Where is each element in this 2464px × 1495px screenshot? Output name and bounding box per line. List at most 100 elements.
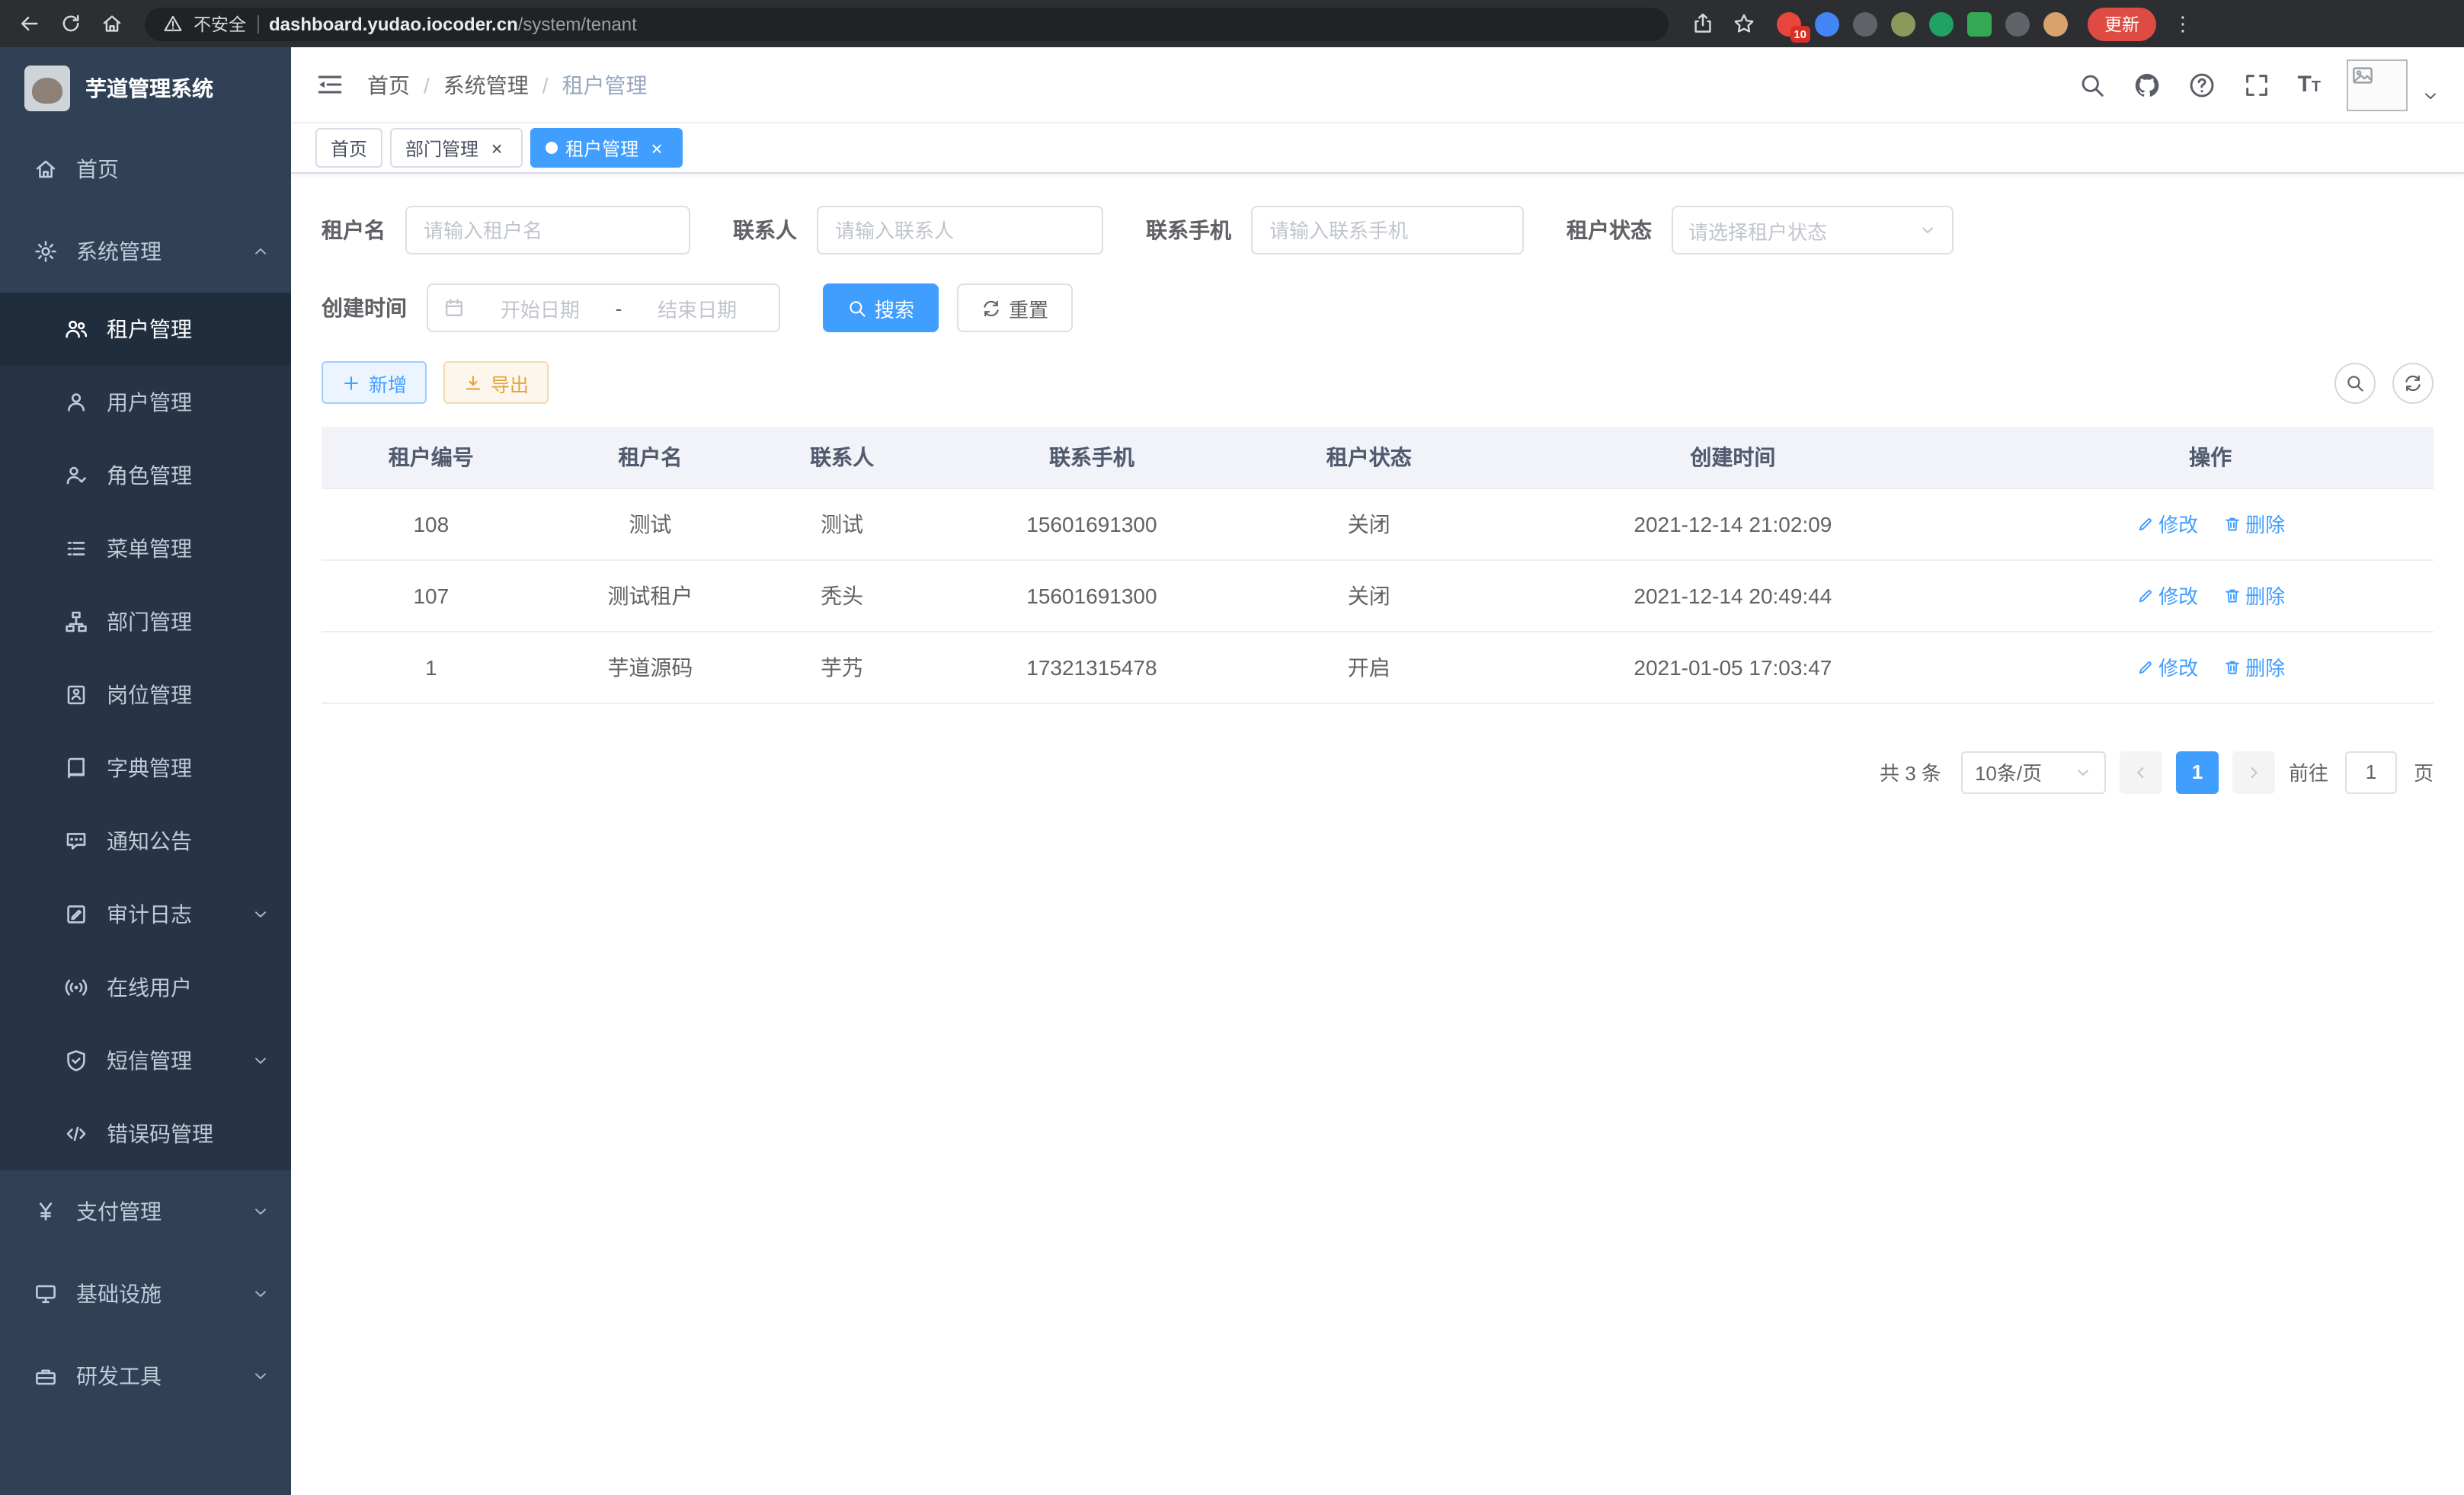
- breadcrumb-item[interactable]: 系统管理: [443, 69, 529, 100]
- edit-label: 修改: [2158, 652, 2198, 681]
- sidebar-item-dict[interactable]: 字典管理: [0, 731, 291, 805]
- fullscreen-icon[interactable]: [2242, 70, 2271, 99]
- sidebar-toggle-icon[interactable]: [315, 69, 346, 100]
- tenant-status-select[interactable]: 请选择租户状态: [1672, 206, 1954, 255]
- search-button[interactable]: 搜索: [823, 283, 939, 332]
- edit-link[interactable]: 修改: [2136, 581, 2198, 610]
- delete-link[interactable]: 删除: [2222, 509, 2285, 538]
- sidebar-item-infra[interactable]: 基础设施: [0, 1253, 291, 1335]
- edit-link[interactable]: 修改: [2136, 652, 2198, 681]
- extension-avatar[interactable]: [2043, 11, 2068, 36]
- reload-icon[interactable]: [56, 10, 84, 37]
- sidebar-item-sms[interactable]: 短信管理: [0, 1024, 291, 1097]
- extension-puzzle[interactable]: [2005, 11, 2030, 36]
- sidebar-item-tool[interactable]: 研发工具: [0, 1335, 291, 1417]
- address-bar[interactable]: 不安全 dashboard.yudao.iocoder.cn/system/te…: [145, 7, 1669, 40]
- sidebar-item-errcode[interactable]: 错误码管理: [0, 1097, 291, 1170]
- cell-id: 1: [322, 631, 541, 703]
- sidebar-item-user[interactable]: 用户管理: [0, 366, 291, 439]
- extension-dark[interactable]: [1853, 11, 1877, 36]
- breadcrumb-item: 租户管理: [562, 69, 648, 100]
- add-button[interactable]: 新增: [322, 361, 427, 404]
- search-icon[interactable]: [2078, 70, 2107, 99]
- tab-tenant[interactable]: 租户管理 ×: [530, 128, 683, 168]
- create-time-range-picker[interactable]: 开始日期 - 结束日期: [427, 283, 780, 332]
- phone-input[interactable]: [1251, 206, 1524, 255]
- kebab-menu-icon[interactable]: ⋮: [2170, 11, 2196, 36]
- prev-page-button[interactable]: [2120, 751, 2162, 793]
- help-icon[interactable]: [2187, 70, 2216, 99]
- reset-button[interactable]: 重置: [957, 283, 1073, 332]
- avatar[interactable]: [2347, 59, 2408, 110]
- github-icon[interactable]: [2133, 70, 2162, 99]
- bookmark-star-icon[interactable]: [1730, 10, 1757, 37]
- chevron-down-icon: [251, 905, 270, 924]
- contact-input[interactable]: [817, 206, 1103, 255]
- toggle-search-button[interactable]: [2334, 362, 2376, 403]
- page-size-select[interactable]: 10条/页: [1961, 751, 2106, 793]
- breadcrumb-item[interactable]: 首页: [367, 69, 410, 100]
- create-time-label: 创建时间: [322, 293, 407, 323]
- update-button[interactable]: 更新: [2088, 7, 2156, 40]
- sidebar-item-post[interactable]: 岗位管理: [0, 658, 291, 731]
- cell-contact: 芋艿: [760, 631, 924, 703]
- sidebar-item-label: 字典管理: [107, 753, 270, 783]
- refresh-table-button[interactable]: [2392, 362, 2434, 403]
- sidebar-item-dept[interactable]: 部门管理: [0, 585, 291, 658]
- tab-label: 租户管理: [565, 135, 638, 161]
- chevron-down-icon: [251, 1367, 270, 1385]
- security-label[interactable]: 不安全: [194, 11, 246, 36]
- total-count: 共 3 条: [1880, 757, 1941, 786]
- delete-link[interactable]: 删除: [2222, 652, 2285, 681]
- cell-status: 关闭: [1259, 488, 1479, 559]
- tenant-icon: [64, 317, 88, 341]
- extension-olive[interactable]: [1891, 11, 1915, 36]
- delete-icon: [2222, 514, 2241, 533]
- edit-link[interactable]: 修改: [2136, 509, 2198, 538]
- pagination: 共 3 条 10条/页 1 前往 页: [322, 751, 2434, 793]
- topbar: 首页/系统管理/租户管理 TT: [291, 47, 2464, 123]
- chevron-up-icon: [251, 242, 270, 261]
- extension-green[interactable]: [1929, 11, 1954, 36]
- tab-close-icon[interactable]: ×: [486, 137, 507, 158]
- tenant-name-input[interactable]: [405, 206, 690, 255]
- infra-icon: [34, 1282, 58, 1306]
- sidebar-item-menu[interactable]: 菜单管理: [0, 512, 291, 585]
- home-icon[interactable]: [98, 10, 125, 37]
- extension-red[interactable]: 10: [1777, 11, 1801, 36]
- next-page-button[interactable]: [2232, 751, 2275, 793]
- sidebar-item-online[interactable]: 在线用户: [0, 951, 291, 1024]
- delete-icon: [2222, 586, 2241, 604]
- goto-page-input[interactable]: [2345, 751, 2397, 793]
- topbar-actions: TT: [2078, 59, 2440, 110]
- table-row: 1芋道源码芋艿17321315478开启2021-01-05 17:03:47修…: [322, 631, 2434, 703]
- column-header: 租户名: [541, 427, 760, 488]
- edit-icon: [2136, 658, 2154, 676]
- delete-icon: [2222, 658, 2241, 676]
- sidebar-item-system[interactable]: 系统管理: [0, 210, 291, 293]
- tab-close-icon[interactable]: ×: [646, 137, 667, 158]
- chevron-down-icon[interactable]: [2421, 86, 2440, 104]
- font-size-icon[interactable]: TT: [2297, 72, 2321, 98]
- sidebar-item-pay[interactable]: 支付管理: [0, 1170, 291, 1253]
- share-icon[interactable]: [1688, 10, 1716, 37]
- sidebar-item-notice[interactable]: 通知公告: [0, 805, 291, 878]
- reset-button-label: 重置: [1009, 293, 1048, 322]
- sidebar-item-tenant[interactable]: 租户管理: [0, 293, 291, 366]
- sms-icon: [64, 1048, 88, 1073]
- sidebar-item-home[interactable]: 首页: [0, 128, 291, 210]
- user-icon: [64, 390, 88, 415]
- extension-green-square[interactable]: [1967, 11, 1992, 36]
- tab-home[interactable]: 首页: [315, 128, 382, 168]
- column-header: 租户状态: [1259, 427, 1479, 488]
- tab-dept[interactable]: 部门管理×: [390, 128, 523, 168]
- sidebar-item-role[interactable]: 角色管理: [0, 439, 291, 512]
- delete-link[interactable]: 删除: [2222, 581, 2285, 610]
- page-number-1[interactable]: 1: [2176, 751, 2219, 793]
- sidebar-menu: 首页系统管理租户管理用户管理角色管理菜单管理部门管理岗位管理字典管理通知公告审计…: [0, 128, 291, 1417]
- sidebar-item-audit[interactable]: 审计日志: [0, 878, 291, 951]
- back-icon[interactable]: [15, 10, 43, 37]
- extension-blue[interactable]: [1815, 11, 1839, 36]
- export-button[interactable]: 导出: [443, 361, 549, 404]
- delete-label: 删除: [2245, 652, 2285, 681]
